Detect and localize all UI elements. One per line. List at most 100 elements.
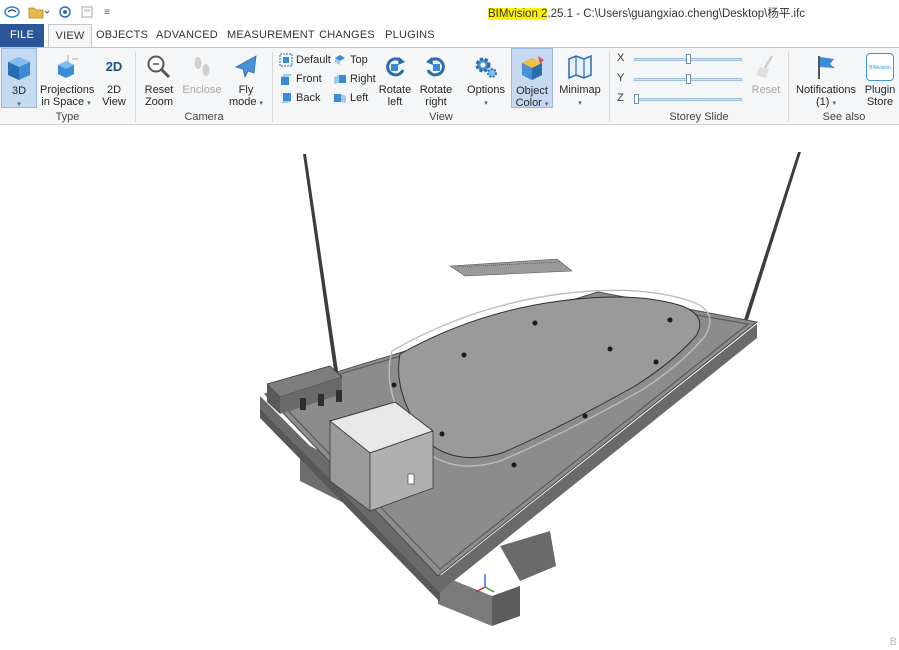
options-label: Options xyxy=(467,84,505,96)
rotate-right-label-2: right xyxy=(425,96,447,108)
quick-access-customize-icon[interactable]: ≡ xyxy=(100,3,114,21)
color-cube-icon xyxy=(522,56,544,80)
view-left-button[interactable]: Left xyxy=(333,89,368,106)
window-title: BIMvision 2.25.1 - C:\Users\guangxiao.ch… xyxy=(488,5,805,21)
view-right-label: Right xyxy=(350,72,376,85)
slider-x-label: X xyxy=(617,52,625,64)
object-color-label-1: Object xyxy=(516,85,548,97)
left-view-icon xyxy=(334,93,346,103)
watermark-text: B xyxy=(889,636,897,648)
tab-file[interactable]: FILE xyxy=(0,24,44,47)
projections-label-1: Projections xyxy=(40,84,95,96)
plugin-store-label-1: Plugin xyxy=(864,84,896,96)
right-view-icon xyxy=(334,74,346,84)
object-color-label-2: Color xyxy=(515,97,542,109)
fly-mode-button[interactable]: Fly mode ▾ xyxy=(226,48,266,108)
building-model[interactable] xyxy=(0,126,899,650)
tab-plugins[interactable]: PLUGINS xyxy=(382,24,438,47)
magnifier-icon xyxy=(147,55,171,79)
tab-measurement[interactable]: MEASUREMENT xyxy=(227,24,315,47)
open-folder-icon[interactable] xyxy=(27,3,51,21)
slider-x[interactable] xyxy=(634,54,742,64)
view-top-label: Top xyxy=(350,53,368,66)
storey-reset-button[interactable]: Reset xyxy=(748,48,784,108)
enclose-label: Enclose xyxy=(182,84,222,96)
group-label-camera: Camera xyxy=(184,111,224,123)
view-back-label: Back xyxy=(296,91,321,104)
slider-y[interactable] xyxy=(634,74,742,84)
object-color-button[interactable]: Object Color ▾ xyxy=(511,48,553,109)
app-name: BIMvision 2 xyxy=(488,8,548,20)
minimap-label: Minimap xyxy=(559,84,601,96)
group-label-view: View xyxy=(429,111,453,123)
view-front-label: Front xyxy=(296,72,322,85)
app-logo-icon[interactable] xyxy=(2,3,22,21)
rotate-right-label-1: Rotate xyxy=(419,84,453,96)
view-2d-label-2: View xyxy=(102,96,126,108)
group-label-storey-slide: Storey Slide xyxy=(669,111,729,123)
group-label-type: Type xyxy=(55,111,80,123)
rotate-left-button[interactable]: Rotate left xyxy=(376,48,414,108)
projections-in-space-button[interactable]: Projections in Space ▾ xyxy=(40,48,95,108)
snapshot-icon[interactable] xyxy=(56,3,74,21)
slider-z-thumb[interactable] xyxy=(634,94,639,104)
airplane-icon xyxy=(234,55,257,79)
fly-mode-label-1: Fly xyxy=(238,84,254,96)
default-view-icon xyxy=(279,53,293,66)
rotate-left-label-1: Rotate xyxy=(378,84,412,96)
notifications-label-1: Notifications xyxy=(796,84,856,96)
projection-cube-icon xyxy=(58,55,78,78)
notifications-label-2: (1) xyxy=(815,96,830,108)
rotate-right-icon xyxy=(426,57,445,77)
ribbon: 3D ▾ Projections in Space ▾ 2D 2D View Type… xyxy=(0,47,899,125)
file-path: .25.1 - C:\Users\guangxiao.cheng\Desktop… xyxy=(547,8,806,20)
view-default-label: Default xyxy=(296,53,331,66)
print-icon[interactable] xyxy=(78,3,96,21)
view-left-label: Left xyxy=(350,91,369,104)
slider-y-thumb[interactable] xyxy=(685,74,691,84)
rotate-right-button[interactable]: Rotate right xyxy=(416,48,456,108)
view-2d-button[interactable]: 2D 2D View xyxy=(96,48,132,108)
view-default-button[interactable]: Default xyxy=(279,51,331,68)
footprints-icon xyxy=(194,57,210,76)
tab-advanced[interactable]: ADVANCED xyxy=(154,24,220,47)
slider-x-thumb[interactable] xyxy=(685,54,691,64)
view-3d-label: 3D xyxy=(11,85,27,97)
ribbon-tab-strip: FILE VIEW OBJECTS ADVANCED MEASUREMENT C… xyxy=(0,24,899,48)
notifications-button[interactable]: Notifications (1) ▾ xyxy=(794,48,858,108)
front-view-icon xyxy=(281,73,292,85)
storey-reset-label: Reset xyxy=(751,84,781,96)
view-top-button[interactable]: Top xyxy=(333,51,368,68)
flag-icon xyxy=(818,56,835,79)
broom-icon xyxy=(756,55,774,78)
3d-viewport[interactable]: B xyxy=(0,126,899,650)
walkway xyxy=(449,258,573,277)
slider-y-label: Y xyxy=(617,72,625,84)
enclose-button[interactable]: Enclose xyxy=(182,48,222,108)
plugin-store-button[interactable]: BIMvision Plugin Store xyxy=(861,48,899,108)
top-view-icon xyxy=(335,54,345,65)
minimap-button[interactable]: Minimap ▾ xyxy=(557,48,603,108)
slider-z[interactable] xyxy=(634,94,742,104)
tab-objects[interactable]: OBJECTS xyxy=(96,24,148,47)
gears-icon xyxy=(475,57,497,78)
view-3d-button[interactable]: 3D ▾ xyxy=(1,48,37,108)
reset-zoom-label-2: Zoom xyxy=(144,96,174,108)
view-front-button[interactable]: Front xyxy=(279,70,322,87)
back-view-icon xyxy=(280,92,291,103)
tab-view[interactable]: VIEW xyxy=(48,24,92,48)
reset-zoom-button[interactable]: Reset Zoom xyxy=(139,48,179,108)
fly-mode-label-2: mode xyxy=(228,96,257,108)
column xyxy=(500,531,556,581)
projections-label-2: in Space xyxy=(41,96,85,108)
options-button[interactable]: Options ▾ xyxy=(465,48,507,108)
view-back-button[interactable]: Back xyxy=(279,89,320,106)
reset-zoom-label-1: Reset xyxy=(144,84,174,96)
rotate-left-label-2: left xyxy=(387,96,403,108)
title-bar: ≡ BIMvision 2.25.1 - C:\Users\guangxiao.… xyxy=(0,0,899,24)
view-2d-icon: 2D xyxy=(105,59,123,74)
cube-3d-icon xyxy=(8,57,30,80)
tab-changes[interactable]: CHANGES xyxy=(318,24,376,47)
view-right-button[interactable]: Right xyxy=(333,70,376,87)
rotate-left-icon xyxy=(386,57,405,77)
